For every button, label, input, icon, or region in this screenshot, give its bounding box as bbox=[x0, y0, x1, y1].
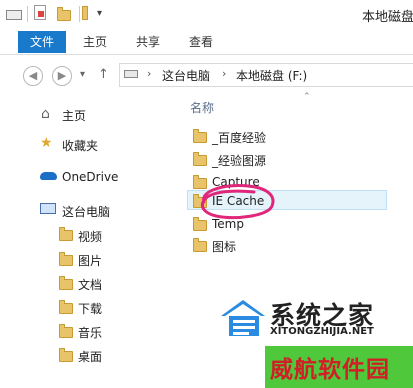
tab-file[interactable]: 文件 bbox=[18, 31, 66, 53]
desktop-folder-icon bbox=[59, 348, 73, 362]
folder-icon bbox=[193, 129, 207, 143]
highlight-ring-annotation bbox=[200, 184, 275, 220]
column-header-name[interactable]: 名称 bbox=[190, 99, 214, 116]
forward-button[interactable]: ▶ bbox=[52, 66, 72, 86]
breadcrumb-this-pc[interactable]: 这台电脑 bbox=[162, 67, 210, 84]
new-folder-icon[interactable] bbox=[57, 7, 71, 21]
window-title: 本地磁盘 bbox=[362, 10, 413, 25]
file-item[interactable]: 图标 bbox=[212, 238, 236, 255]
nav-item-onedrive[interactable]: OneDrive bbox=[62, 170, 118, 184]
downloads-folder-icon bbox=[59, 300, 73, 314]
xitongzhijia-logo-icon bbox=[221, 300, 265, 336]
video-folder-icon bbox=[59, 227, 73, 241]
qa-divider bbox=[27, 6, 28, 22]
breadcrumb-local-disk[interactable]: 本地磁盘 (F:) bbox=[236, 67, 307, 84]
computer-icon bbox=[40, 203, 56, 214]
tab-share[interactable]: 共享 bbox=[136, 31, 160, 53]
star-icon: ★ bbox=[40, 135, 53, 151]
breadcrumb-separator-icon[interactable]: › bbox=[222, 67, 226, 80]
nav-item-videos[interactable]: 视频 bbox=[78, 228, 102, 245]
folder-icon[interactable] bbox=[82, 6, 88, 20]
music-folder-icon bbox=[59, 324, 73, 338]
breadcrumb-separator-icon[interactable]: › bbox=[147, 67, 151, 80]
pictures-folder-icon bbox=[59, 252, 73, 266]
nav-item-home[interactable]: 主页 bbox=[62, 107, 86, 124]
watermark-brand: 威航软件园 bbox=[270, 357, 390, 383]
back-button[interactable]: ◀ bbox=[23, 66, 43, 86]
nav-item-desktop[interactable]: 桌面 bbox=[78, 348, 102, 365]
nav-item-favorites[interactable]: 收藏夹 bbox=[62, 137, 98, 154]
qa-divider bbox=[79, 6, 80, 22]
tab-view[interactable]: 查看 bbox=[189, 31, 213, 53]
home-icon: ⌂ bbox=[41, 106, 50, 122]
nav-item-pictures[interactable]: 图片 bbox=[78, 252, 102, 269]
cloud-icon bbox=[40, 172, 57, 180]
drive-icon[interactable] bbox=[6, 10, 22, 20]
folder-icon bbox=[193, 238, 207, 252]
drive-icon bbox=[124, 70, 138, 78]
tab-home[interactable]: 主页 bbox=[83, 31, 107, 53]
file-item[interactable]: _经验图源 bbox=[212, 152, 266, 169]
properties-icon[interactable] bbox=[34, 5, 46, 20]
watermark-site-url: XITONGZHIJIA.NET bbox=[270, 326, 374, 337]
nav-item-documents[interactable]: 文档 bbox=[78, 276, 102, 293]
nav-item-downloads[interactable]: 下载 bbox=[78, 300, 102, 317]
up-arrow-icon[interactable]: ↑ bbox=[98, 67, 109, 82]
recent-locations-icon[interactable]: ▾ bbox=[80, 69, 85, 80]
customize-toolbar-icon[interactable]: ▾ bbox=[97, 8, 102, 19]
sort-ascending-icon: ⌃ bbox=[303, 92, 311, 102]
file-item[interactable]: _百度经验 bbox=[212, 129, 266, 146]
nav-item-music[interactable]: 音乐 bbox=[78, 324, 102, 341]
nav-item-this-pc[interactable]: 这台电脑 bbox=[62, 203, 110, 220]
documents-folder-icon bbox=[59, 276, 73, 290]
folder-icon bbox=[193, 152, 207, 166]
